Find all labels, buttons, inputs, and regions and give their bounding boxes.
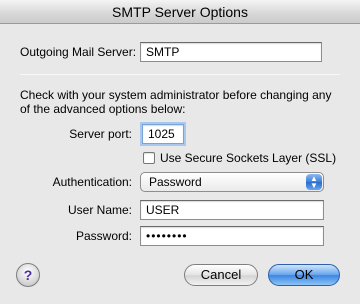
username-input[interactable]: USER (140, 200, 324, 220)
cancel-button[interactable]: Cancel (184, 264, 258, 286)
separator (20, 74, 340, 75)
username-label: User Name: (67, 203, 132, 217)
password-input[interactable]: •••••••• (140, 226, 324, 246)
dialog-body: Outgoing Mail Server: SMTP Check with yo… (0, 24, 360, 304)
authentication-select-value: Password (149, 175, 202, 189)
ssl-checkbox-label[interactable]: Use Secure Sockets Layer (SSL) (160, 150, 336, 166)
ssl-checkbox[interactable] (143, 152, 155, 164)
authentication-label: Authentication: (52, 175, 132, 189)
ok-button[interactable]: OK (268, 264, 340, 286)
window-title: SMTP Server Options (0, 0, 360, 24)
outgoing-server-label: Outgoing Mail Server: (20, 45, 137, 59)
server-port-label: Server port: (69, 127, 132, 141)
password-label: Password: (75, 229, 132, 243)
updown-arrows-icon: ▲ ▼ (306, 174, 322, 190)
outgoing-server-input[interactable]: SMTP (140, 42, 322, 62)
admin-notice-text: Check with your system administrator bef… (20, 88, 332, 116)
authentication-select[interactable]: Password ▲ ▼ (140, 172, 324, 192)
server-port-input[interactable]: 1025 (142, 124, 184, 144)
help-button[interactable]: ? (16, 263, 40, 287)
